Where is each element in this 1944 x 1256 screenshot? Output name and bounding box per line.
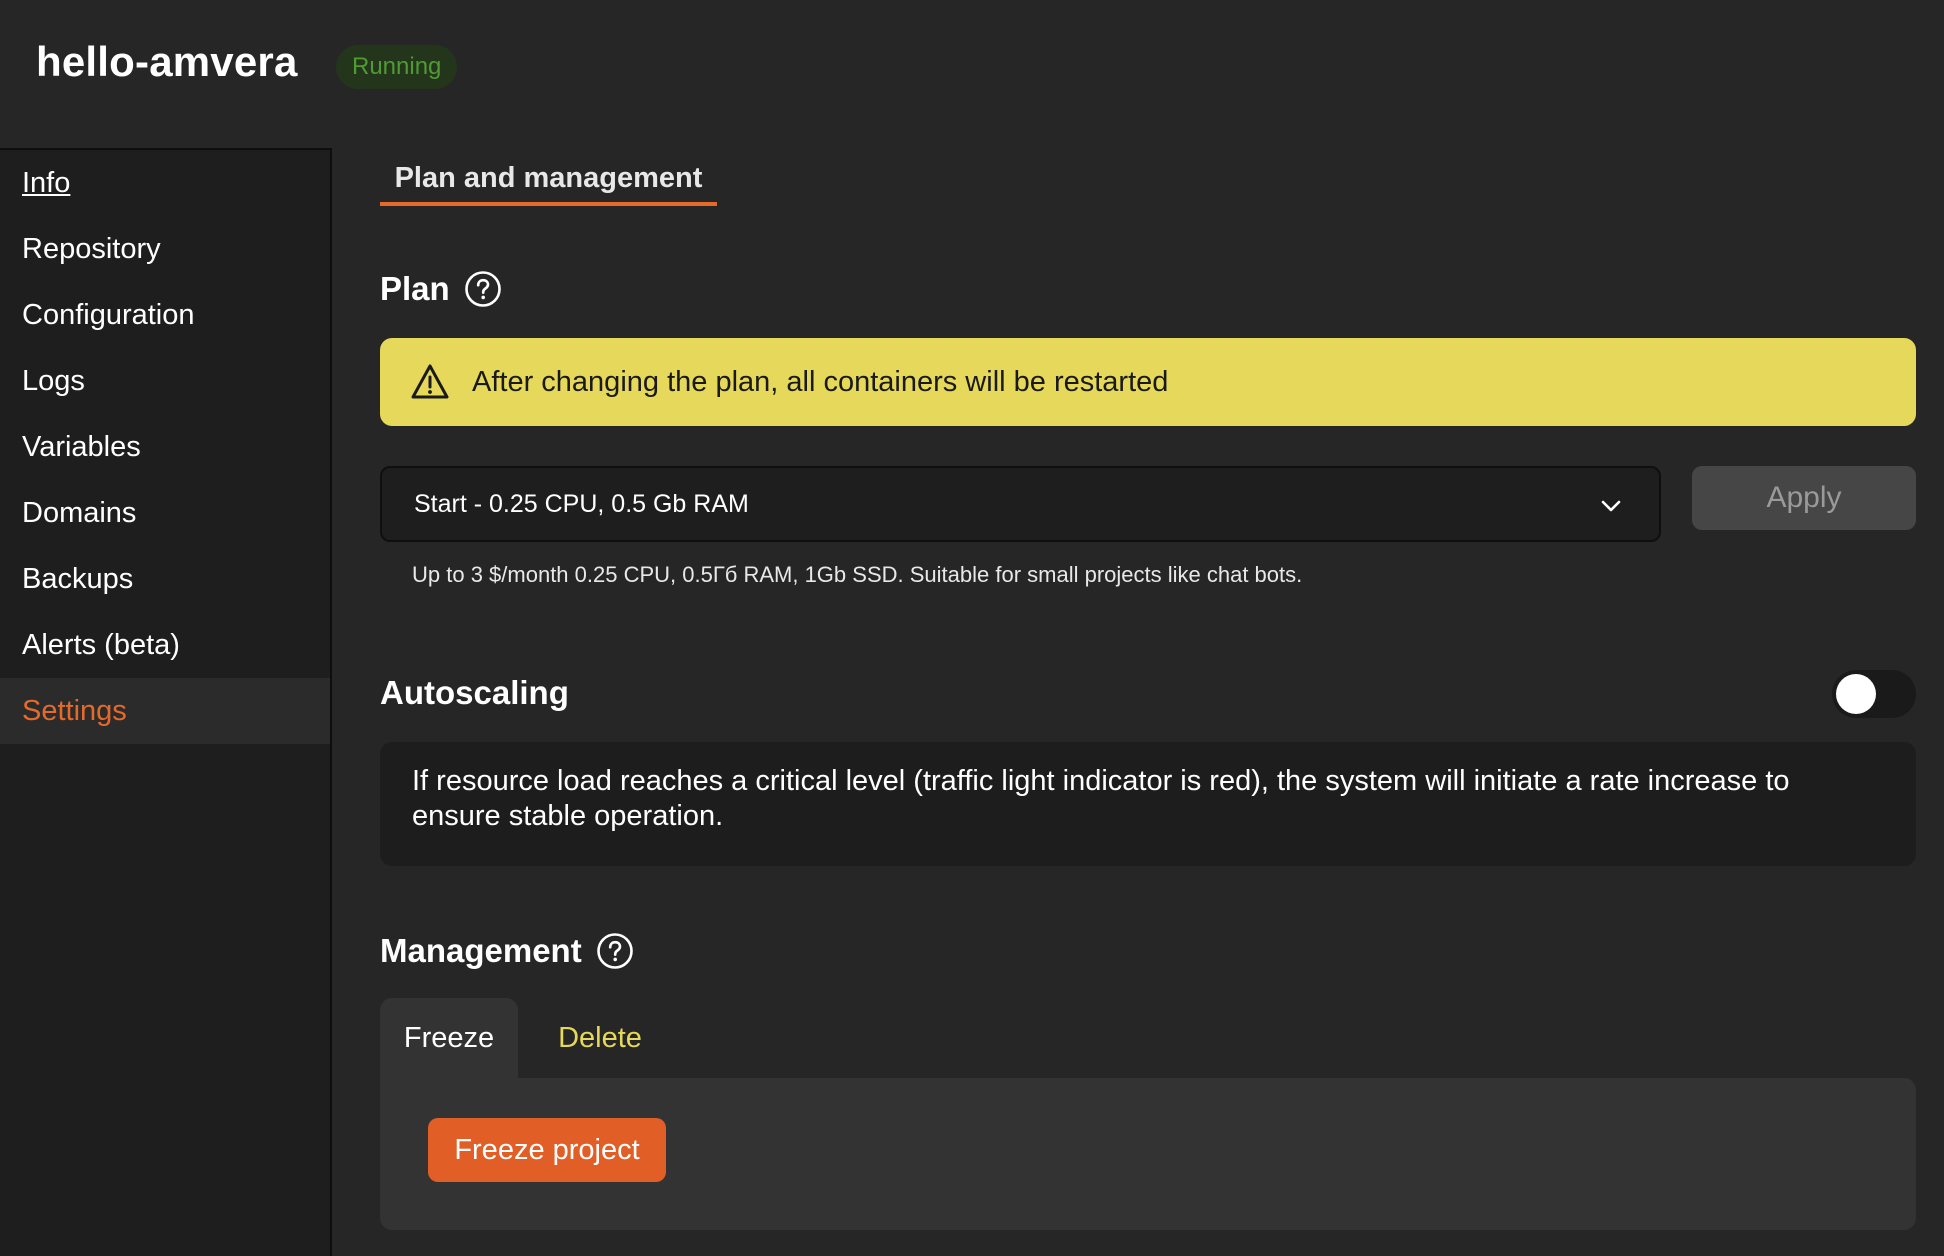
management-section-title: Management xyxy=(380,932,634,970)
warning-icon xyxy=(411,364,449,399)
tab-delete[interactable]: Delete xyxy=(538,998,662,1078)
sidebar-item-domains[interactable]: Domains xyxy=(0,480,330,546)
help-icon[interactable] xyxy=(596,932,634,970)
autoscaling-toggle[interactable] xyxy=(1832,670,1916,718)
apply-button[interactable]: Apply xyxy=(1692,466,1916,530)
sidebar-item-configuration[interactable]: Configuration xyxy=(0,282,330,348)
plan-title: Plan xyxy=(380,270,450,307)
sidebar: Info Repository Configuration Logs Varia… xyxy=(0,148,332,1256)
sidebar-item-backups[interactable]: Backups xyxy=(0,546,330,612)
sidebar-item-alerts[interactable]: Alerts (beta) xyxy=(0,612,330,678)
plan-warning-banner: After changing the plan, all containers … xyxy=(380,338,1916,426)
sidebar-item-variables[interactable]: Variables xyxy=(0,414,330,480)
freeze-project-button[interactable]: Freeze project xyxy=(428,1118,666,1182)
plan-section-title: Plan xyxy=(380,270,502,308)
plan-select-value: Start - 0.25 CPU, 0.5 Gb RAM xyxy=(414,490,749,518)
status-badge: Running xyxy=(336,45,458,89)
warning-text: After changing the plan, all containers … xyxy=(472,365,1169,398)
header: hello-amvera Running xyxy=(0,0,1944,148)
chevron-down-icon xyxy=(1601,500,1621,512)
plan-select[interactable]: Start - 0.25 CPU, 0.5 Gb RAM xyxy=(380,466,1661,542)
toggle-knob xyxy=(1836,674,1876,714)
main-content: Plan and management Plan After changing … xyxy=(332,148,1944,1256)
autoscaling-title: Autoscaling xyxy=(380,674,569,711)
app-title: hello-amvera xyxy=(36,38,298,85)
sidebar-item-settings[interactable]: Settings xyxy=(0,678,330,744)
autoscaling-section-title: Autoscaling xyxy=(380,674,569,712)
sidebar-item-info[interactable]: Info xyxy=(0,150,330,216)
tab-plan-and-management[interactable]: Plan and management xyxy=(380,160,717,206)
autoscaling-description: If resource load reaches a critical leve… xyxy=(380,742,1916,866)
management-title: Management xyxy=(380,932,582,969)
tab-freeze[interactable]: Freeze xyxy=(380,998,518,1078)
plan-hint: Up to 3 $/month 0.25 CPU, 0.5Гб RAM, 1Gb… xyxy=(412,562,1303,587)
help-icon[interactable] xyxy=(464,270,502,308)
freeze-panel: Freeze project xyxy=(380,1078,1916,1230)
sidebar-item-repository[interactable]: Repository xyxy=(0,216,330,282)
sidebar-item-logs[interactable]: Logs xyxy=(0,348,330,414)
